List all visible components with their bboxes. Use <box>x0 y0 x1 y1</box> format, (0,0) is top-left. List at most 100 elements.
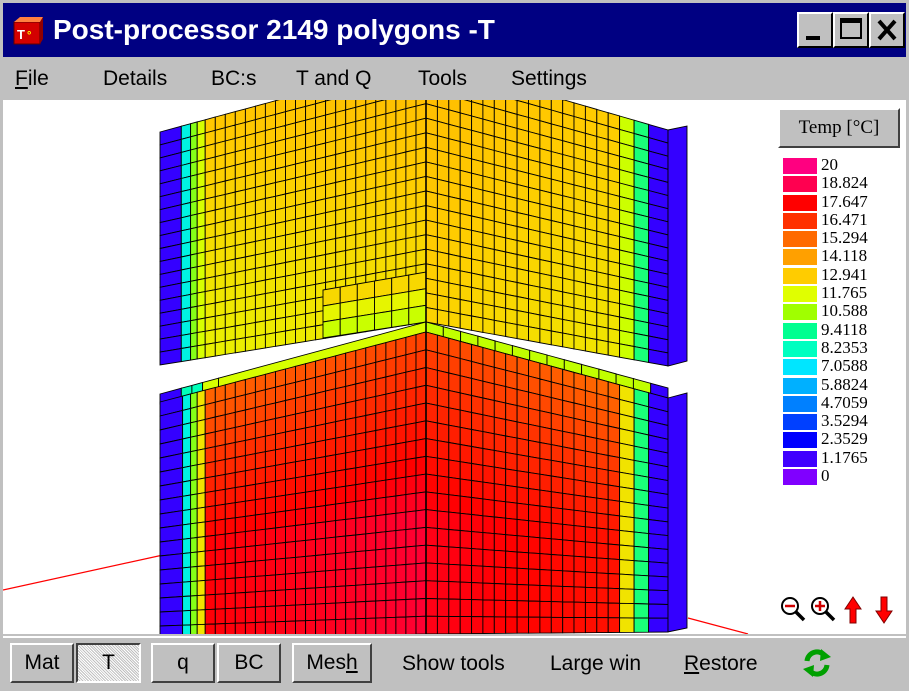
lower-right-wall <box>539 441 552 461</box>
lower-right-wall <box>459 581 473 601</box>
lower-right-wall <box>505 567 518 585</box>
upper-left-wall <box>234 337 246 354</box>
menu-settings[interactable]: Settings <box>511 65 587 93</box>
upper-left-wall <box>405 163 417 182</box>
arrow-down-icon[interactable] <box>875 596 893 624</box>
lower-right-wall <box>562 585 575 603</box>
mesh-button-mnemonic: h <box>346 651 358 674</box>
upper-right-wall <box>459 298 473 317</box>
lower-left-wall <box>395 389 407 410</box>
upper-left-wall <box>254 306 266 324</box>
zoom-out-icon[interactable] <box>781 597 806 622</box>
upper-left-wall <box>415 219 427 238</box>
upper-left-layer <box>196 224 206 242</box>
lower-left-wall <box>285 620 296 634</box>
upper-left-wall <box>345 177 357 195</box>
lower-left-wall <box>395 581 407 601</box>
upper-left-wall <box>395 223 407 242</box>
upper-left-layer <box>190 239 198 256</box>
lower-left-wall <box>264 433 276 453</box>
mat-button[interactable]: Mat <box>10 643 74 683</box>
lower-left-wall <box>325 520 337 539</box>
upper-left-wall <box>305 325 317 343</box>
upper-right-wall <box>596 338 609 356</box>
lower-right-wall <box>448 494 461 514</box>
upper-left-wall <box>214 247 226 264</box>
legend-label: 14.118 <box>821 246 868 266</box>
upper-left-layer <box>196 119 206 136</box>
zoom-in-icon[interactable] <box>811 597 836 622</box>
lower-right-wall <box>436 422 450 444</box>
upper-left-wall <box>204 315 216 332</box>
upper-left-layer <box>190 147 198 164</box>
lower-right-layer <box>619 573 635 590</box>
lower-left-layer <box>196 609 206 626</box>
model-canvas[interactable]: Temp [°C] 20 18.824 17.647 16.471 15.294 14.1… <box>3 100 906 634</box>
upper-junction-zone <box>391 307 410 328</box>
upper-left-wall <box>385 254 397 272</box>
legend-label: 0 <box>821 466 830 486</box>
lower-left-wall <box>325 602 337 621</box>
close-button[interactable] <box>869 12 905 48</box>
t-button[interactable]: T <box>76 643 141 683</box>
menu-t-and-q[interactable]: T and Q <box>296 65 372 93</box>
lower-left-wall <box>405 598 417 618</box>
lower-left-wall <box>405 527 417 548</box>
lower-right-wall <box>550 412 564 432</box>
lower-right-wall <box>505 435 518 455</box>
upper-left-layer <box>180 306 192 323</box>
lower-right-wall <box>471 428 484 450</box>
lower-left-wall <box>355 431 367 452</box>
show-tools-link[interactable]: Show tools <box>402 652 505 676</box>
mesh-button[interactable]: Mesh <box>292 643 372 683</box>
lower-left-wall <box>244 499 256 517</box>
legend-label: 15.294 <box>821 228 868 248</box>
upper-left-wall <box>264 304 276 322</box>
large-win-link[interactable]: Large win <box>550 652 641 676</box>
lower-right-wall <box>596 527 609 545</box>
lower-left-layer <box>159 596 184 613</box>
lower-left-wall <box>264 574 276 592</box>
lower-right-wall <box>550 491 564 510</box>
lower-right-wall <box>493 416 507 437</box>
upper-left-wall <box>285 315 296 332</box>
temperature-model-view[interactable] <box>3 100 765 634</box>
upper-left-wall <box>375 199 387 217</box>
menu-file[interactable]: File <box>15 65 49 93</box>
bc-button[interactable]: BC <box>217 643 281 683</box>
lower-left-wall <box>365 498 377 518</box>
lower-left-wall <box>224 456 236 475</box>
lower-right-layer <box>648 617 669 633</box>
title-bar[interactable]: T ° Post-processor 2149 polygons -T <box>3 3 906 57</box>
upper-left-wall <box>305 297 317 315</box>
upper-left-wall <box>275 330 286 347</box>
lower-left-wall <box>305 473 317 493</box>
upper-left-wall <box>224 338 236 355</box>
menu-details[interactable]: Details <box>103 65 167 93</box>
upper-right-wall <box>528 284 541 302</box>
minimize-icon <box>806 36 820 40</box>
temp-quantity-button[interactable]: Temp [°C] <box>778 108 900 148</box>
minimize-button[interactable] <box>797 12 833 48</box>
restore-link[interactable]: Restore <box>684 652 758 676</box>
lower-left-layer <box>190 624 198 634</box>
menu-bcs[interactable]: BC:s <box>211 65 257 93</box>
lower-left-wall <box>305 360 317 381</box>
upper-left-wall <box>345 205 357 223</box>
upper-left-wall <box>365 229 377 248</box>
lower-left-wall <box>295 411 307 431</box>
lower-left-wall <box>365 412 377 433</box>
arrow-up-icon[interactable] <box>844 596 862 624</box>
menu-tools[interactable]: Tools <box>418 65 467 93</box>
lower-left-wall <box>244 437 256 457</box>
upper-left-wall <box>264 209 276 227</box>
maximize-button[interactable] <box>833 12 869 48</box>
lower-right-layer <box>633 588 650 605</box>
q-button[interactable]: q <box>151 643 215 683</box>
lower-right-wall <box>471 411 484 433</box>
lower-right-wall <box>493 483 507 503</box>
upper-left-wall <box>395 180 407 199</box>
lower-left-wall <box>355 617 367 634</box>
lower-left-wall <box>305 619 317 634</box>
refresh-icon[interactable] <box>801 648 833 678</box>
